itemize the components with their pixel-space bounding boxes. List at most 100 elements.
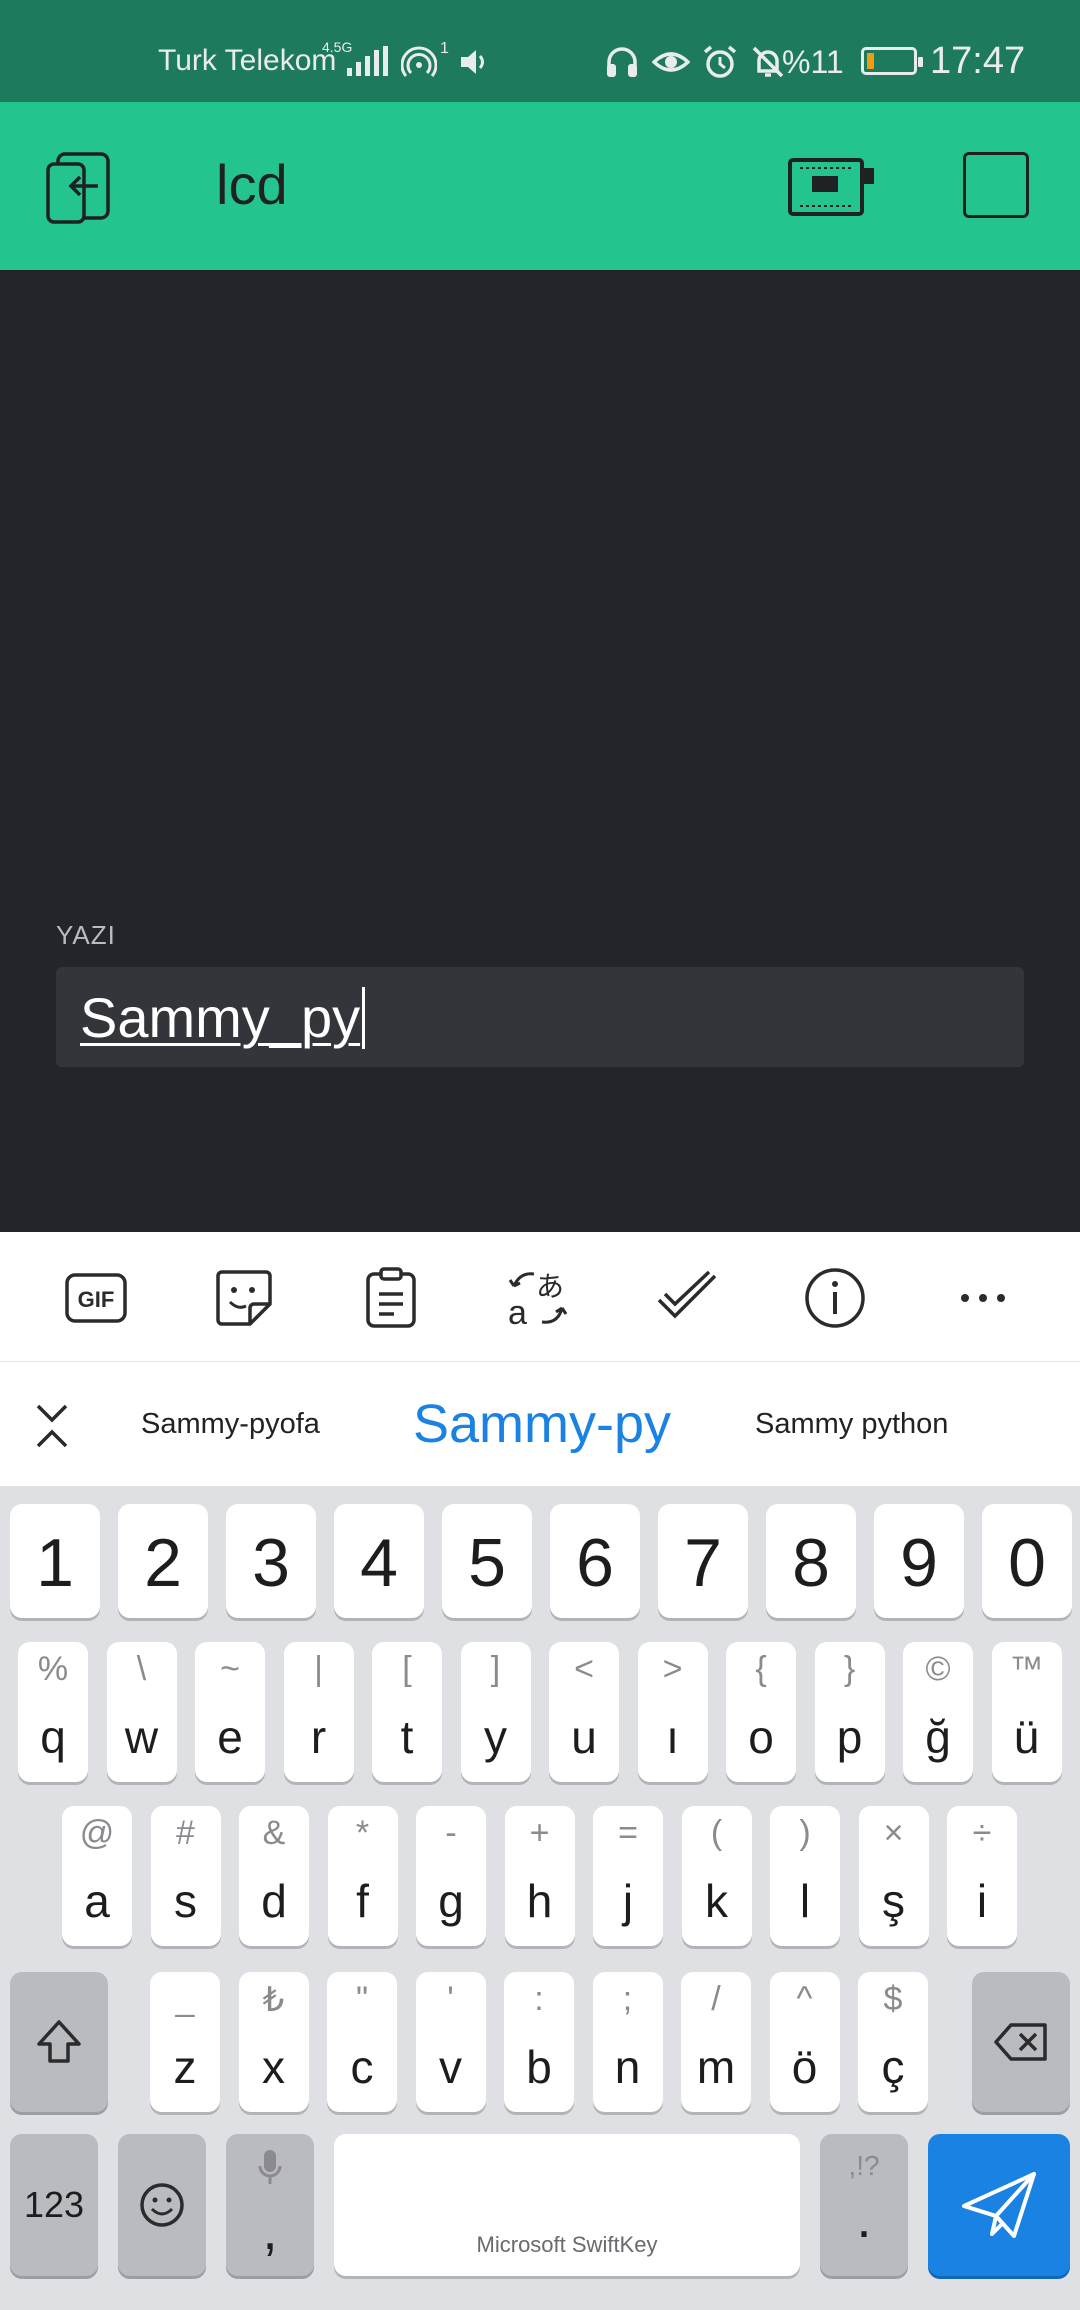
letter-key[interactable]: / m xyxy=(681,1972,751,2112)
key-alt-label: ₺ xyxy=(262,1981,285,2019)
key-alt-label: ^ xyxy=(796,1980,813,2018)
stop-button[interactable] xyxy=(963,152,1029,218)
emoji-key[interactable] xyxy=(118,2134,206,2276)
key-alt-label: ™ xyxy=(1009,1650,1044,1688)
letter-key[interactable]: + h xyxy=(504,1806,575,1946)
status-bar: Turk Telekom 4.5G 1 %11 17:47 xyxy=(0,0,1080,102)
collapse-keyboard-button[interactable] xyxy=(26,1400,78,1452)
translate-button[interactable]: a あ xyxy=(502,1262,574,1334)
letter-key[interactable]: ₺ x xyxy=(238,1972,309,2112)
number-key[interactable]: 6 xyxy=(550,1504,640,1618)
key-alt-label: $ xyxy=(883,1980,903,2018)
number-key[interactable]: 8 xyxy=(766,1504,856,1618)
comma-label: , xyxy=(262,2201,278,2261)
numeric-toggle-key[interactable]: 123 xyxy=(10,2134,98,2276)
device-button[interactable] xyxy=(786,154,876,220)
suggestion-item[interactable]: Sammy python xyxy=(755,1362,948,1486)
letter-key[interactable]: } p xyxy=(814,1642,885,1782)
letter-key[interactable]: & d xyxy=(239,1806,309,1946)
key-alt-label: _ xyxy=(175,1980,195,2018)
key-alt-label: " xyxy=(355,1980,369,2018)
letter-key[interactable]: > ı xyxy=(637,1642,708,1782)
letter-key[interactable]: % q xyxy=(18,1642,88,1782)
key-alt-label: & xyxy=(262,1814,286,1852)
gif-button[interactable]: GIF xyxy=(60,1262,132,1334)
number-key[interactable]: 0 xyxy=(982,1504,1072,1618)
letter-key[interactable]: _ z xyxy=(150,1972,220,2112)
key-label: s xyxy=(174,1875,197,1927)
text-cursor xyxy=(362,987,366,1049)
microphone-icon xyxy=(258,2150,282,2184)
letter-key[interactable]: ; n xyxy=(592,1972,663,2112)
letter-key[interactable]: © ğ xyxy=(903,1642,973,1782)
letter-key[interactable]: < u xyxy=(549,1642,619,1782)
letter-key[interactable]: | r xyxy=(283,1642,354,1782)
letter-key[interactable]: ] y xyxy=(460,1642,531,1782)
text-input-value: Sammy_py xyxy=(80,986,361,1049)
number-key[interactable]: 1 xyxy=(10,1504,100,1618)
comma-mic-key[interactable]: , xyxy=(226,2134,314,2276)
letter-key[interactable]: $ ç xyxy=(858,1972,928,2112)
gif-icon: GIF xyxy=(65,1273,127,1323)
period-key[interactable]: ,!? . xyxy=(820,2134,908,2276)
more-button[interactable] xyxy=(947,1262,1019,1334)
shift-icon xyxy=(37,2020,81,2063)
key-label: 0 xyxy=(1008,1525,1046,1601)
key-label: 4 xyxy=(360,1525,398,1601)
letter-key[interactable]: * f xyxy=(327,1806,398,1946)
letter-key[interactable]: " c xyxy=(327,1972,397,2112)
letter-key[interactable]: {o xyxy=(726,1642,796,1782)
clipboard-button[interactable] xyxy=(355,1262,427,1334)
info-button[interactable] xyxy=(799,1262,871,1334)
key-alt-label: \ xyxy=(136,1650,147,1688)
key-alt-label: ~ xyxy=(220,1650,240,1688)
send-key[interactable] xyxy=(928,2134,1070,2276)
page-title: lcd xyxy=(216,153,288,216)
number-key[interactable]: 7 xyxy=(658,1504,748,1618)
key-label: 5 xyxy=(468,1525,506,1601)
number-key[interactable]: 4 xyxy=(334,1504,424,1618)
emoji-icon xyxy=(140,2183,184,2227)
number-key[interactable]: 3 xyxy=(226,1504,316,1618)
hotspot-count: 1 xyxy=(440,40,449,57)
key-label: j xyxy=(622,1875,634,1927)
sticker-button[interactable] xyxy=(208,1262,280,1334)
alarm-icon xyxy=(703,45,737,78)
letter-key[interactable]: ™ ü xyxy=(991,1642,1062,1782)
letter-key[interactable]: @ a xyxy=(62,1806,132,1946)
space-key[interactable]: Microsoft SwiftKey xyxy=(334,2134,800,2276)
text-input-field[interactable]: Sammy_py xyxy=(56,967,1024,1067)
number-key[interactable]: 9 xyxy=(874,1504,964,1618)
letter-key[interactable]: -g xyxy=(416,1806,486,1946)
letter-key[interactable]: [t xyxy=(372,1642,442,1782)
key-label: p xyxy=(836,1711,863,1763)
key-alt-label: * xyxy=(355,1814,370,1852)
letter-key[interactable]: × ş xyxy=(858,1806,929,1946)
letter-key[interactable]: ~ e xyxy=(195,1642,265,1782)
letter-key[interactable]: \ w xyxy=(106,1642,177,1782)
info-icon xyxy=(805,1268,865,1328)
exit-button[interactable] xyxy=(44,150,124,226)
letter-key[interactable]: ÷ i xyxy=(947,1806,1017,1946)
key-alt-label: - xyxy=(445,1814,457,1852)
number-key[interactable]: 5 xyxy=(442,1504,532,1618)
key-label: i xyxy=(976,1875,988,1927)
key-label: u xyxy=(571,1711,597,1763)
letter-key[interactable]: (k xyxy=(681,1806,752,1946)
letter-key[interactable]: ' v xyxy=(415,1972,486,2112)
letter-key[interactable]: # s xyxy=(150,1806,221,1946)
key-alt-label: © xyxy=(925,1650,951,1688)
number-key[interactable]: 2 xyxy=(118,1504,208,1618)
key-alt-label: / xyxy=(711,1980,721,2018)
suggestion-item-primary[interactable]: Sammy-py xyxy=(413,1362,671,1486)
check-button[interactable] xyxy=(651,1262,723,1334)
letter-key[interactable]: ^ ö xyxy=(769,1972,840,2112)
suggestion-item[interactable]: Sammy-pyofa xyxy=(141,1362,320,1486)
shift-key[interactable] xyxy=(10,1972,108,2112)
key-label: z xyxy=(173,2041,197,2093)
letter-key[interactable]: ) l xyxy=(770,1806,840,1946)
key-label: ö xyxy=(791,2041,818,2093)
backspace-key[interactable] xyxy=(972,1972,1070,2112)
letter-key[interactable]: :b xyxy=(504,1972,574,2112)
letter-key[interactable]: = j xyxy=(593,1806,663,1946)
